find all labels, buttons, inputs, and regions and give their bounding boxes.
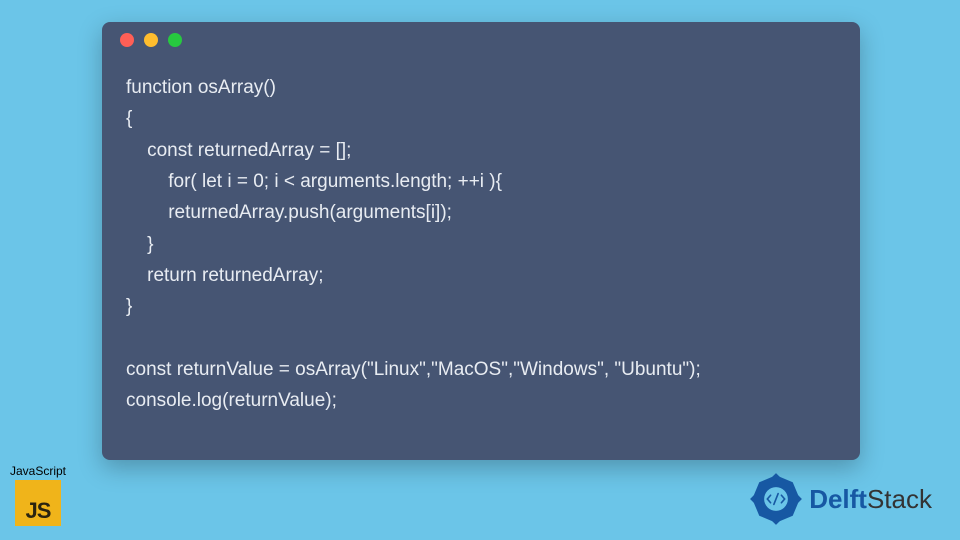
logo-text: JS — [26, 498, 51, 524]
delftstack-logo-icon — [749, 472, 803, 526]
code-content: function osArray() { const returnedArray… — [102, 58, 860, 417]
language-badge: JavaScript JS — [8, 464, 68, 526]
language-label: JavaScript — [8, 464, 68, 478]
brand-secondary: Stack — [867, 484, 932, 514]
brand-logo-area: DelftStack — [749, 472, 932, 526]
code-window: function osArray() { const returnedArray… — [102, 22, 860, 460]
brand-primary: Delft — [809, 484, 867, 514]
minimize-icon — [144, 33, 158, 47]
brand-name: DelftStack — [809, 484, 932, 515]
javascript-logo-icon: JS — [15, 480, 61, 526]
close-icon — [120, 33, 134, 47]
window-titlebar — [102, 22, 860, 58]
maximize-icon — [168, 33, 182, 47]
